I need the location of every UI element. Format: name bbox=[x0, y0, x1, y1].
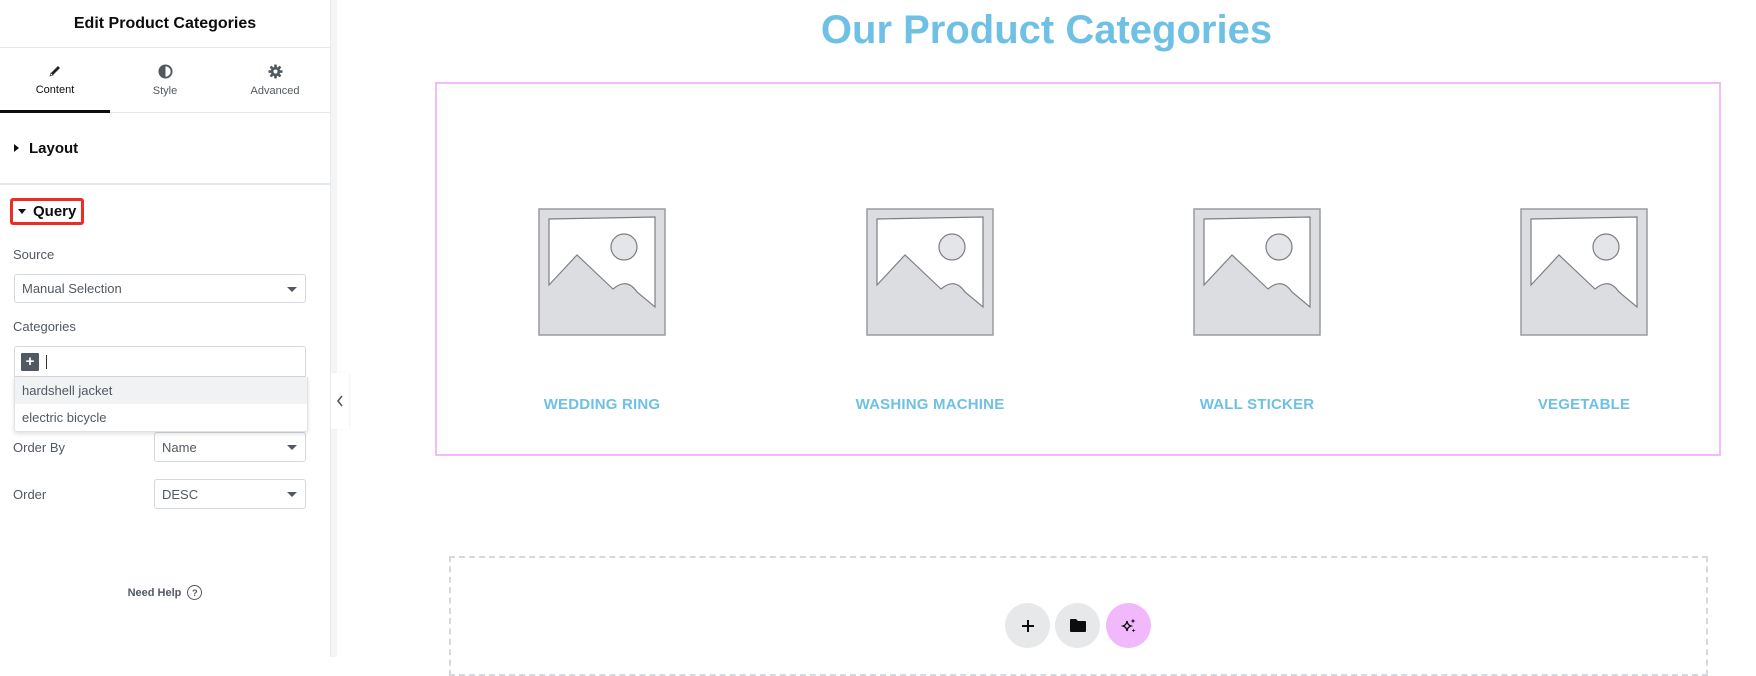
text-cursor bbox=[46, 354, 47, 369]
category-title[interactable]: WALL STICKER bbox=[1147, 396, 1367, 413]
image-placeholder-icon bbox=[866, 208, 994, 336]
suggestion-item[interactable]: electric bicycle bbox=[15, 404, 307, 431]
section-heading: Our Product Categories bbox=[820, 8, 1273, 52]
add-container-button[interactable] bbox=[1005, 603, 1050, 648]
tab-style-label: Style bbox=[152, 84, 178, 97]
image-placeholder-icon bbox=[538, 208, 666, 336]
image-placeholder-icon bbox=[1520, 208, 1648, 336]
caret-right-icon bbox=[14, 144, 19, 152]
plus-icon: + bbox=[21, 352, 39, 371]
tab-style[interactable]: Style bbox=[110, 48, 220, 112]
plus-icon bbox=[1021, 619, 1034, 632]
dropdown-arrow-icon bbox=[287, 492, 297, 497]
category-card[interactable]: WALL STICKER bbox=[1147, 207, 1367, 413]
image-placeholder-icon bbox=[1193, 208, 1321, 336]
panel-tabs: Content Style Advanced bbox=[0, 48, 330, 113]
category-title[interactable]: VEGETABLE bbox=[1474, 396, 1694, 413]
tab-content[interactable]: Content bbox=[0, 48, 110, 113]
editor-panel: Edit Product Categories Content Style Ad… bbox=[0, 0, 331, 657]
section-query-toggle[interactable]: Query bbox=[10, 198, 84, 225]
chevron-left-icon bbox=[336, 395, 343, 407]
section-layout-toggle[interactable]: Layout bbox=[0, 113, 330, 185]
source-label: Source bbox=[13, 247, 55, 262]
caret-down-icon bbox=[18, 209, 26, 214]
order-value: DESC bbox=[162, 486, 199, 502]
categories-suggestions: hardshell jacket electric bicycle bbox=[14, 377, 308, 432]
sparkle-icon bbox=[1120, 618, 1135, 632]
folder-icon bbox=[1069, 619, 1086, 632]
categories-label: Categories bbox=[13, 319, 76, 334]
category-title[interactable]: WEDDING RING bbox=[492, 396, 712, 413]
tab-content-label: Content bbox=[35, 84, 75, 96]
section-query-label: Query bbox=[33, 203, 77, 220]
section-layout-label: Layout bbox=[29, 139, 79, 157]
collapse-panel-button[interactable] bbox=[331, 373, 349, 429]
tab-advanced[interactable]: Advanced bbox=[220, 48, 330, 112]
order-select[interactable]: DESC bbox=[154, 479, 306, 509]
need-help-label: Need Help bbox=[127, 586, 182, 599]
categories-input[interactable]: + bbox=[14, 346, 306, 377]
gear-icon bbox=[267, 63, 283, 79]
source-value: Manual Selection bbox=[22, 281, 122, 296]
panel-title: Edit Product Categories bbox=[0, 0, 330, 48]
source-select[interactable]: Manual Selection bbox=[14, 274, 306, 303]
dropdown-arrow-icon bbox=[287, 286, 297, 292]
help-circle-icon: ? bbox=[187, 585, 203, 600]
pencil-icon bbox=[49, 66, 60, 77]
category-card[interactable]: WEDDING RING bbox=[492, 207, 712, 413]
order-label: Order bbox=[13, 487, 47, 502]
need-help-link[interactable]: Need Help ? bbox=[0, 585, 330, 600]
dropdown-arrow-icon bbox=[287, 445, 297, 450]
category-title[interactable]: WASHING MACHINE bbox=[820, 396, 1040, 413]
half-circle-icon bbox=[157, 63, 173, 79]
suggestion-item[interactable]: hardshell jacket bbox=[15, 377, 307, 404]
category-card[interactable]: VEGETABLE bbox=[1474, 207, 1694, 413]
tab-advanced-label: Advanced bbox=[250, 84, 300, 97]
ai-button[interactable] bbox=[1106, 603, 1151, 648]
order-by-value: Name bbox=[162, 439, 197, 455]
product-categories-widget[interactable]: WEDDING RING WASHING MACHINE WALL STICKE… bbox=[435, 82, 1721, 456]
order-by-label: Order By bbox=[13, 440, 66, 455]
order-by-select[interactable]: Name bbox=[154, 432, 306, 462]
add-template-button[interactable] bbox=[1055, 603, 1100, 648]
panel-edge bbox=[331, 0, 337, 657]
category-card[interactable]: WASHING MACHINE bbox=[820, 207, 1040, 413]
